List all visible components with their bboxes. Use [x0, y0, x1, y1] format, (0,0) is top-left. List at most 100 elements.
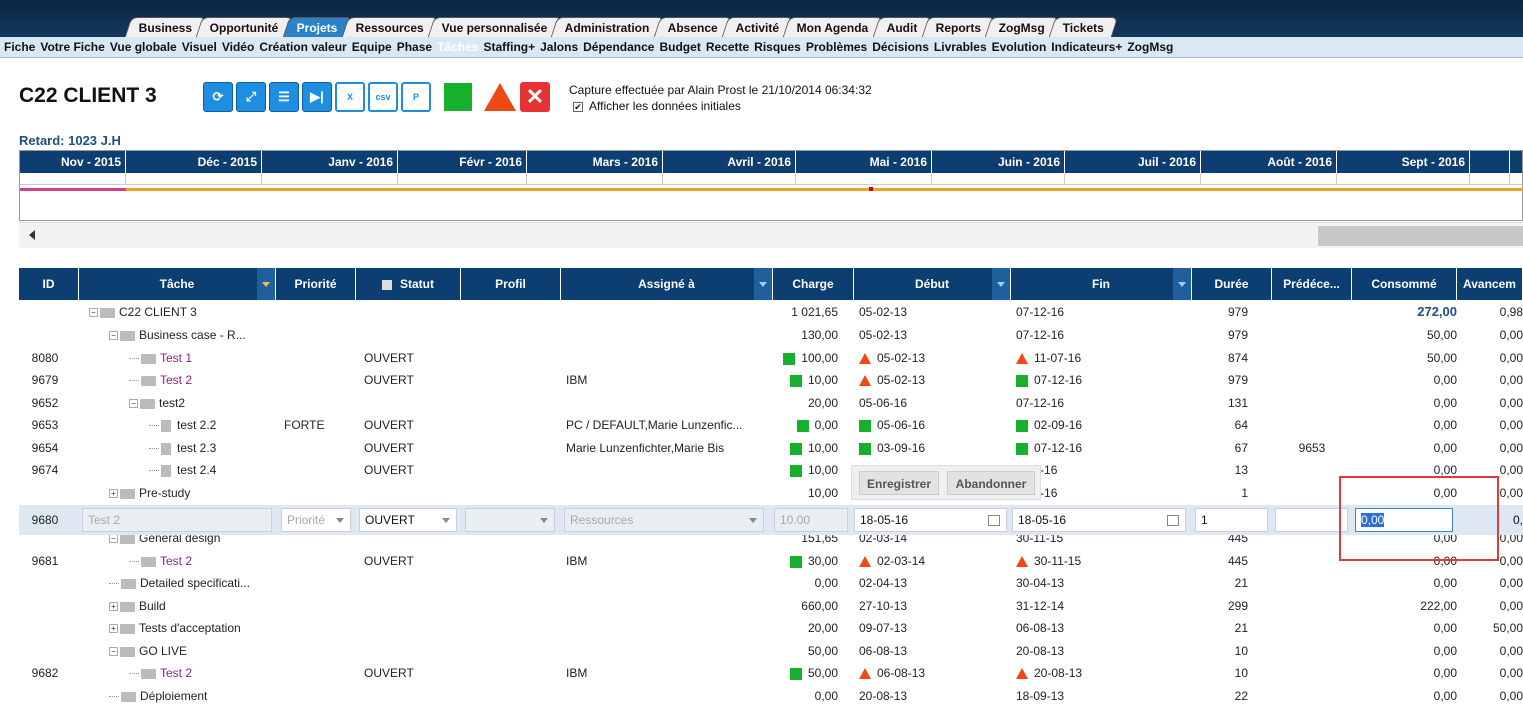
- task-name[interactable]: Pre-study: [139, 486, 190, 500]
- skip-next-icon[interactable]: ▶|: [302, 82, 332, 112]
- cell-task[interactable]: + Build: [79, 595, 276, 617]
- collapse-icon[interactable]: −: [109, 534, 118, 544]
- expand-icon[interactable]: +: [109, 602, 118, 612]
- table-row[interactable]: 8080 Test 1 OUVERT 100,00 05-02-13 11-07-16 87…: [19, 347, 1523, 369]
- scroll-left-icon[interactable]: [29, 230, 35, 240]
- calendar-icon[interactable]: [1167, 515, 1179, 526]
- task-name[interactable]: test2: [159, 396, 185, 410]
- col-avancement[interactable]: Avancem: [1457, 268, 1523, 300]
- task-name[interactable]: Build: [139, 599, 166, 613]
- col-debut[interactable]: Début: [854, 268, 1011, 300]
- cell-task[interactable]: + Pre-study: [79, 482, 276, 504]
- edit-duration-input[interactable]: 1: [1195, 508, 1268, 532]
- collapse-icon[interactable]: −: [109, 331, 118, 341]
- edit-priority-select[interactable]: Priorité: [281, 508, 351, 532]
- cell-task[interactable]: Test 2: [79, 662, 276, 684]
- subnav-evolution[interactable]: Evolution: [992, 40, 1047, 54]
- tab-reports[interactable]: Reports: [921, 17, 996, 37]
- col-assigne[interactable]: Assigné à: [561, 268, 773, 300]
- task-name[interactable]: C22 CLIENT 3: [119, 305, 197, 319]
- table-row[interactable]: 9653 test 2.2 FORTE OUVERT PC / DEFAULT,Mari…: [19, 414, 1523, 436]
- subnav-zogmsg[interactable]: ZogMsg: [1127, 40, 1173, 54]
- col-duree[interactable]: Durée: [1192, 268, 1272, 300]
- edit-charge-input[interactable]: 10.00: [774, 508, 848, 532]
- tab-ressources[interactable]: Ressources: [341, 17, 438, 37]
- edit-end-date[interactable]: 18-05-16: [1012, 508, 1186, 532]
- task-name[interactable]: GO LIVE: [139, 644, 187, 658]
- table-row[interactable]: 9674test 2.4OUVERT10,003-07-16130,000,00: [19, 459, 1523, 481]
- task-name[interactable]: Business case - R...: [139, 328, 246, 342]
- cell-task[interactable]: − Business case - R...: [79, 324, 276, 346]
- table-row[interactable]: Detailed specificati... 0,00 02-04-13 30-04…: [19, 572, 1523, 594]
- task-name[interactable]: Test 2: [160, 373, 192, 387]
- subnav-staffing[interactable]: Staffing+: [483, 40, 535, 54]
- task-name[interactable]: Test 1: [160, 351, 192, 365]
- table-row[interactable]: Déploiement 0,00 20-08-13 18-09-13 22 0,00 0,0…: [19, 685, 1523, 707]
- subnav-vue-globale[interactable]: Vue globale: [110, 40, 177, 54]
- edit-resources-select[interactable]: Ressources: [564, 508, 764, 532]
- status-red-triangle-icon[interactable]: [484, 83, 516, 111]
- tab-absence[interactable]: Absence: [653, 17, 733, 37]
- tab-administration[interactable]: Administration: [551, 17, 665, 37]
- tab-vue-personnalisee[interactable]: Vue personnalisée: [427, 17, 562, 37]
- subnav-equipe[interactable]: Equipe: [352, 40, 392, 54]
- table-row[interactable]: − C22 CLIENT 3 1 021,65 05-02-13 07-12-16 979…: [19, 301, 1523, 323]
- col-id[interactable]: ID: [19, 268, 79, 300]
- subnav-indicateurs[interactable]: Indicateurs+: [1051, 40, 1122, 54]
- cell-task[interactable]: Test 2: [79, 550, 276, 572]
- chevron-down-icon[interactable]: [754, 268, 772, 300]
- expand-icon[interactable]: +: [109, 624, 118, 634]
- close-icon[interactable]: ✕: [520, 82, 550, 112]
- edit-status-select[interactable]: OUVERT: [359, 508, 457, 532]
- subnav-recette[interactable]: Recette: [706, 40, 749, 54]
- task-name[interactable]: Déploiement: [140, 689, 207, 703]
- table-row[interactable]: 9682 Test 2 OUVERT IBM 50,00 06-08-13 20-08-13…: [19, 662, 1523, 684]
- task-name[interactable]: Detailed specificati...: [140, 576, 250, 590]
- col-priorite[interactable]: Priorité: [276, 268, 356, 300]
- cell-task[interactable]: − test2: [79, 392, 276, 414]
- cell-task[interactable]: Déploiement: [79, 685, 276, 707]
- col-statut[interactable]: Statut: [356, 268, 461, 300]
- scroll-thumb[interactable]: [1318, 226, 1523, 246]
- subnav-votre-fiche[interactable]: Votre Fiche: [40, 40, 104, 54]
- subnav-phase[interactable]: Phase: [397, 40, 432, 54]
- col-profil[interactable]: Profil: [461, 268, 561, 300]
- task-name[interactable]: test 2.2: [177, 418, 216, 432]
- cell-task[interactable]: Test 2: [79, 369, 276, 391]
- edit-profile-select[interactable]: [465, 508, 555, 532]
- task-name[interactable]: Tests d'acceptation: [139, 621, 241, 635]
- subnav-risques[interactable]: Risques: [754, 40, 801, 54]
- task-name[interactable]: test 2.4: [177, 463, 216, 477]
- subnav-decisions[interactable]: Décisions: [872, 40, 929, 54]
- col-tache[interactable]: Tâche: [79, 268, 276, 300]
- col-charge[interactable]: Charge: [773, 268, 854, 300]
- task-name[interactable]: test 2.3: [177, 441, 216, 455]
- table-row[interactable]: + Build 660,00 27-10-13 31-12-14 299 222,00 0,0…: [19, 595, 1523, 617]
- gantt-icon[interactable]: ☰: [269, 82, 299, 112]
- subnav-problemes[interactable]: Problèmes: [806, 40, 867, 54]
- filter-icon[interactable]: [382, 279, 392, 290]
- table-row[interactable]: 9681 Test 2 OUVERT IBM 30,00 02-03-14 30-11-15…: [19, 550, 1523, 572]
- chevron-down-icon[interactable]: [1173, 268, 1191, 300]
- cell-task[interactable]: Test 1: [79, 347, 276, 369]
- cell-task[interactable]: test 2.3: [79, 437, 276, 459]
- status-green-icon[interactable]: [444, 83, 472, 111]
- horizontal-scrollbar[interactable]: [19, 222, 1523, 248]
- col-fin[interactable]: Fin: [1011, 268, 1192, 300]
- subnav-fiche[interactable]: Fiche: [4, 40, 35, 54]
- csv-icon[interactable]: csv: [368, 82, 398, 112]
- tab-zogmsg[interactable]: ZogMsg: [984, 17, 1060, 37]
- subnav-jalons[interactable]: Jalons: [540, 40, 578, 54]
- tab-tickets[interactable]: Tickets: [1048, 17, 1119, 37]
- table-row[interactable]: 9654 test 2.3 OUVERT Marie Lunzenfichter,Ma…: [19, 437, 1523, 459]
- excel-icon[interactable]: X: [335, 82, 365, 112]
- cell-task[interactable]: + Tests d'acceptation: [79, 617, 276, 639]
- chevron-down-icon[interactable]: [257, 268, 275, 300]
- table-row[interactable]: 9652 − test2 20,00 05-06-16 07-12-16 131 0,00 0,…: [19, 392, 1523, 414]
- chevron-down-icon[interactable]: [992, 268, 1010, 300]
- cell-task[interactable]: test 2.2: [79, 414, 276, 436]
- subnav-video[interactable]: Vidéo: [222, 40, 254, 54]
- task-name[interactable]: Test 2: [160, 666, 192, 680]
- table-row[interactable]: − GO LIVE 50,00 06-08-13 20-08-13 10 0,00 0,00: [19, 640, 1523, 662]
- cell-task[interactable]: Detailed specificati...: [79, 572, 276, 594]
